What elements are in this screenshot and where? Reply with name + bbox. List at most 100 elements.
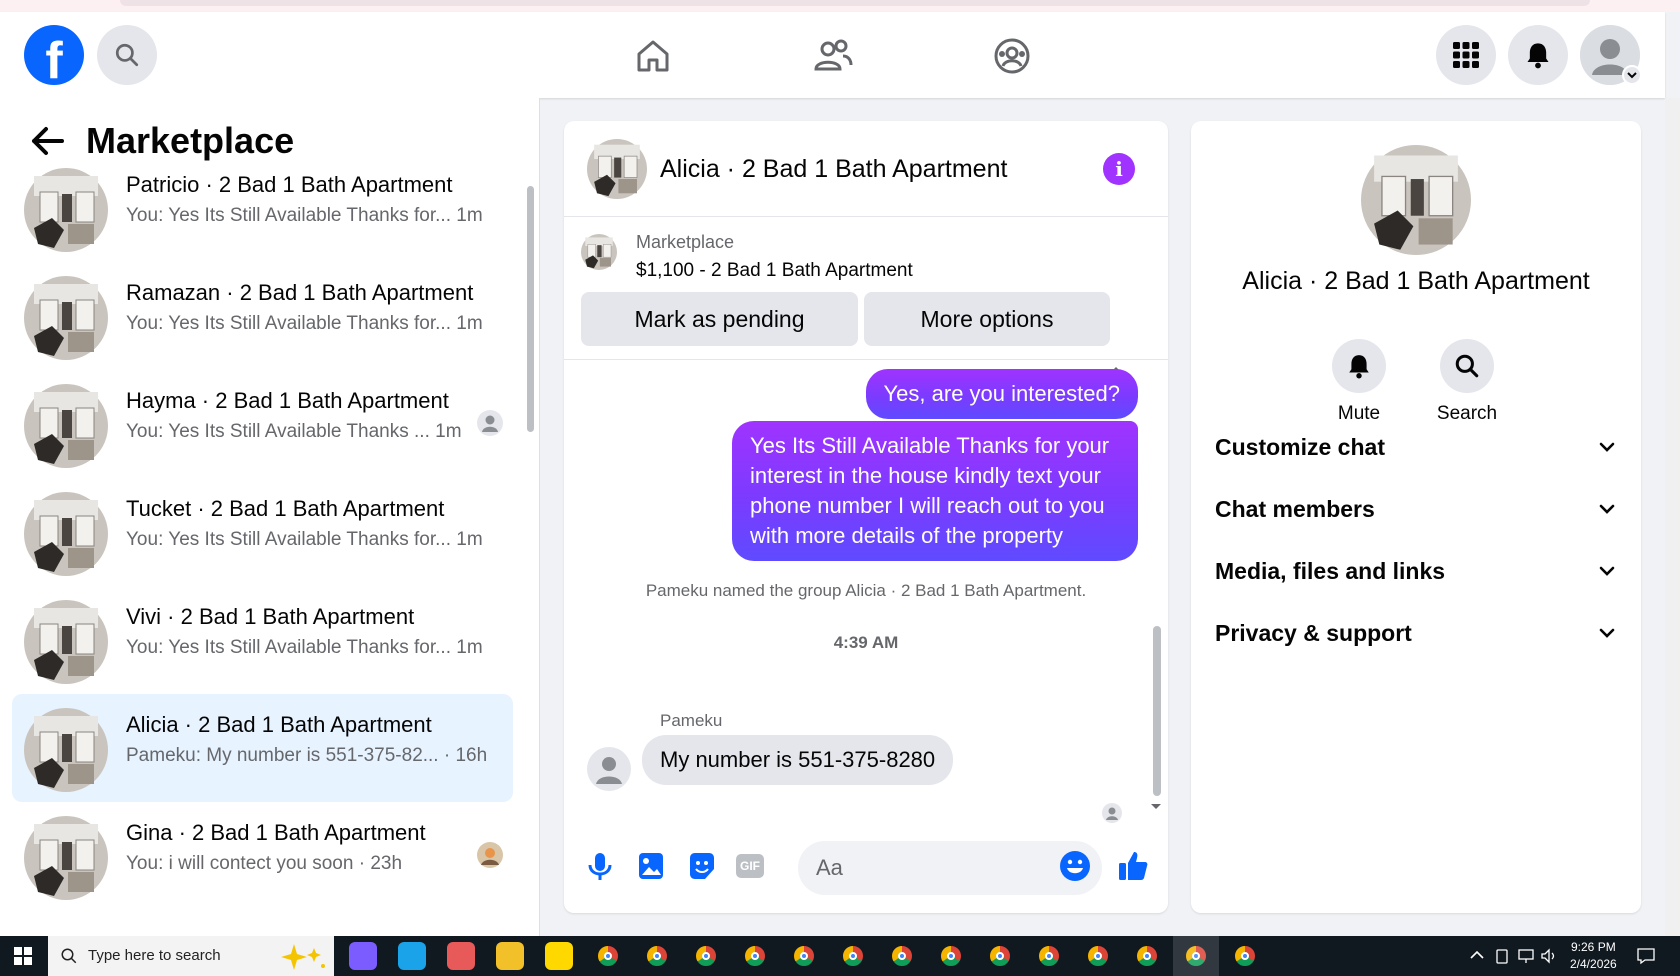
conversation-avatar — [24, 492, 108, 576]
search-action[interactable]: Search — [1427, 339, 1507, 425]
conversation-snippet: You: Yes Its Still Available Thanks for.… — [126, 313, 483, 334]
gif-icon[interactable]: GIF — [736, 854, 764, 878]
groups-icon[interactable] — [992, 36, 1032, 76]
message-input[interactable] — [798, 841, 1102, 895]
info-icon[interactable]: i — [1103, 153, 1135, 185]
outgoing-message[interactable]: Yes, are you interested? — [865, 369, 1138, 419]
chrome-profile-icon[interactable] — [1231, 942, 1259, 970]
sidebar-scrollbar[interactable] — [527, 186, 534, 432]
details-section[interactable]: Media, files and links — [1215, 551, 1615, 591]
outgoing-message[interactable]: Yes Its Still Available Thanks for your … — [732, 421, 1138, 561]
conversation-item[interactable]: Tucket · 2 Bad 1 Bath Apartment You: Yes … — [12, 478, 513, 586]
conversation-avatar — [24, 816, 108, 900]
network-icon[interactable] — [1517, 948, 1535, 964]
clock-time: 9:26 PM — [1571, 940, 1616, 954]
listing-thumbnail[interactable] — [581, 234, 617, 270]
details-section[interactable]: Privacy & support — [1215, 613, 1615, 653]
sparkle-decoration-icon — [281, 944, 325, 970]
edge-browser-icon[interactable] — [398, 942, 426, 970]
conversation-item[interactable]: Gina · 2 Bad 1 Bath Apartment You: i will… — [12, 802, 513, 910]
chrome-center-dot — [898, 952, 906, 960]
active-app-highlight — [1173, 936, 1219, 976]
chrome-profile-icon[interactable] — [986, 942, 1014, 970]
page-scrollbar[interactable] — [1665, 98, 1680, 936]
chrome-profile-icon[interactable] — [741, 942, 769, 970]
file-explorer-icon[interactable] — [496, 942, 524, 970]
chat-scrollbar[interactable] — [1153, 626, 1161, 796]
volume-icon[interactable] — [1540, 948, 1558, 964]
photo-icon[interactable] — [634, 849, 668, 883]
listing-price-title[interactable]: $1,100 - 2 Bad 1 Bath Apartment — [636, 260, 913, 282]
message-thread: Yes, are you interested? Yes Its Still A… — [564, 361, 1168, 826]
chevron-down-icon — [1599, 628, 1615, 638]
seen-avatar-icon — [477, 410, 503, 436]
mute-action[interactable]: Mute — [1319, 339, 1399, 425]
conversation-snippet: You: Yes Its Still Available Thanks for.… — [126, 529, 483, 550]
incoming-message[interactable]: My number is 551-375-8280 — [642, 735, 954, 785]
scroll-down-arrow-icon[interactable] — [1150, 803, 1162, 811]
search-button[interactable] — [97, 25, 157, 85]
conversation-item[interactable]: Vivi · 2 Bad 1 Bath Apartment You: Yes It… — [12, 586, 513, 694]
sticker-icon[interactable] — [685, 849, 719, 883]
chrome-center-dot — [702, 952, 710, 960]
conversation-item[interactable]: Alicia · 2 Bad 1 Bath Apartment Pameku: M… — [12, 694, 513, 802]
conversation-item[interactable]: Hayma · 2 Bad 1 Bath Apartment You: Yes I… — [12, 370, 513, 478]
account-button[interactable] — [1580, 25, 1642, 85]
group-avatar[interactable] — [1361, 145, 1471, 255]
conversation-avatar — [24, 600, 108, 684]
copilot-app-icon[interactable] — [349, 942, 377, 970]
notification-center-icon[interactable] — [1636, 947, 1656, 965]
sticky-notes-icon[interactable] — [545, 942, 573, 970]
chat-panel: Alicia · 2 Bad 1 Bath Apartment i Market… — [564, 121, 1168, 913]
chrome-center-dot — [1143, 952, 1151, 960]
conversation-item[interactable]: Patricio · 2 Bad 1 Bath Apartment You: Ye… — [12, 154, 513, 262]
conversation-snippet: Pameku: My number is 551-375-82... · 16h — [126, 745, 488, 766]
search-icon — [1455, 354, 1479, 378]
chrome-profile-icon[interactable] — [937, 942, 965, 970]
section-label: Media, files and links — [1215, 557, 1446, 584]
windows-start-icon[interactable] — [14, 947, 32, 965]
menu-button[interactable] — [1436, 25, 1496, 85]
chrome-profile-icon[interactable] — [692, 942, 720, 970]
conversation-item[interactable]: Ramazan · 2 Bad 1 Bath Apartment You: Yes… — [12, 262, 513, 370]
chat-avatar[interactable] — [587, 139, 647, 199]
chevron-down-icon — [1599, 504, 1615, 514]
chrome-profile-icon[interactable] — [643, 942, 671, 970]
chevron-down-icon — [1599, 442, 1615, 452]
conversation-snippet: You: i will contect you soon · 23h — [126, 853, 403, 874]
back-arrow-icon[interactable] — [30, 126, 64, 156]
seen-receipt-icon — [1102, 803, 1122, 823]
chrome-profile-icon[interactable] — [1133, 942, 1161, 970]
taskbar-search[interactable]: Type here to search — [48, 936, 334, 976]
microphone-icon[interactable] — [583, 849, 617, 883]
friends-icon[interactable] — [813, 36, 853, 76]
sender-avatar-icon[interactable] — [587, 747, 631, 791]
clock-date: 2/4/2026 — [1570, 957, 1617, 971]
chrome-profile-icon[interactable] — [1035, 942, 1063, 970]
chat-title[interactable]: Alicia · 2 Bad 1 Bath Apartment — [660, 155, 1007, 184]
notifications-button[interactable] — [1508, 25, 1568, 85]
paint-app-icon[interactable] — [447, 942, 475, 970]
conversation-avatar — [24, 168, 108, 252]
tray-chevron-up-icon[interactable] — [1470, 950, 1484, 960]
conversation-name: Patricio · 2 Bad 1 Bath Apartment — [126, 172, 453, 197]
like-thumbs-up-icon[interactable] — [1116, 849, 1150, 883]
listing-source: Marketplace — [636, 232, 735, 252]
chrome-profile-icon[interactable] — [888, 942, 916, 970]
details-section[interactable]: Customize chat — [1215, 427, 1615, 467]
battery-icon[interactable] — [1494, 948, 1510, 964]
taskbar-clock[interactable]: 9:26 PM 2/4/2026 — [1570, 939, 1617, 973]
chrome-profile-icon[interactable] — [790, 942, 818, 970]
mark-as-pending-button[interactable]: Mark as pending — [581, 292, 858, 346]
chrome-profile-icon[interactable] — [594, 942, 622, 970]
more-options-button[interactable]: More options — [864, 292, 1110, 346]
facebook-logo[interactable]: f — [24, 25, 84, 85]
browser-tab-strip — [0, 0, 1680, 12]
chrome-profile-icon[interactable] — [1084, 942, 1112, 970]
details-section[interactable]: Chat members — [1215, 489, 1615, 529]
conversation-snippet: You: Yes Its Still Available Thanks ... … — [126, 421, 462, 442]
system-message: Pameku named the group Alicia · 2 Bad 1 … — [645, 581, 1087, 600]
chrome-profile-icon[interactable] — [839, 942, 867, 970]
emoji-icon[interactable] — [1058, 849, 1092, 883]
home-icon[interactable] — [633, 36, 673, 76]
